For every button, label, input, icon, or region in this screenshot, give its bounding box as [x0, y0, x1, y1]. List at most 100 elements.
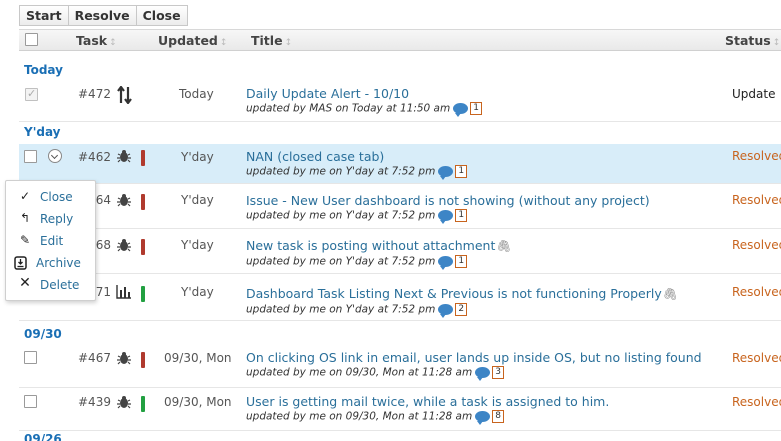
chart-icon — [116, 285, 131, 299]
comment-count[interactable]: 1 — [455, 255, 468, 268]
comment-icon[interactable] — [475, 367, 491, 381]
column-label-task: Task — [76, 33, 108, 48]
comment-count[interactable]: 1 — [455, 165, 468, 178]
priority-indicator — [141, 352, 145, 368]
status-label: Resolved — [732, 193, 781, 207]
menu-item-archive[interactable]: Archive — [6, 252, 95, 274]
bug-icon — [117, 150, 131, 163]
task-meta-text: updated by me on Y'day at 7:52 pm — [246, 165, 436, 178]
bug-icon — [117, 352, 131, 365]
comment-count[interactable]: 1 — [455, 209, 468, 222]
task-id: #472 — [78, 87, 111, 101]
table-row[interactable]: #439 09/30, Mon User is getting mail twi… — [19, 389, 781, 431]
close-button[interactable]: Close — [135, 5, 188, 26]
sort-icon: ↕ — [284, 38, 293, 48]
group-heading-0926: 09/26 — [24, 432, 62, 441]
task-id: #462 — [78, 150, 111, 164]
column-header-updated[interactable]: Updated ↕ — [158, 33, 227, 48]
status-label: Update — [732, 87, 776, 101]
task-meta-text: updated by me on Y'day at 7:52 pm — [246, 303, 436, 316]
comment-icon[interactable] — [438, 210, 454, 224]
task-title-link[interactable]: Dashboard Task Listing Next & Previous i… — [246, 286, 662, 301]
menu-item-reply[interactable]: ↰ Reply — [6, 208, 95, 230]
task-id: #467 — [78, 351, 111, 365]
menu-item-edit[interactable]: ✎ Edit — [6, 230, 95, 252]
priority-indicator — [141, 396, 145, 412]
comment-count[interactable]: 2 — [455, 303, 468, 316]
task-meta-text: updated by me on Y'day at 7:52 pm — [246, 255, 436, 268]
resolve-button[interactable]: Resolve — [67, 5, 136, 26]
updated-date: 09/30, Mon — [164, 395, 232, 409]
bug-icon — [117, 239, 131, 252]
comment-count[interactable]: 3 — [492, 366, 504, 379]
column-label-status: Status — [725, 33, 771, 48]
task-meta: updated by me on Y'day at 7:52 pm 1 — [246, 165, 468, 180]
column-header-task[interactable]: Task ↕ — [76, 33, 117, 48]
column-header-title[interactable]: Title ↕ — [251, 33, 292, 48]
group-heading-yday: Y'day — [24, 125, 61, 139]
task-title-cell: Daily Update Alert - 10/10 — [246, 86, 409, 101]
menu-item-delete[interactable]: ✕ Delete — [6, 274, 95, 296]
sort-icon: ↕ — [109, 38, 117, 48]
task-title-cell: NAN (closed case tab) — [246, 149, 384, 164]
comment-icon[interactable] — [438, 256, 454, 270]
row-menu-toggle[interactable] — [48, 149, 62, 163]
priority-indicator — [141, 286, 145, 302]
start-button[interactable]: Start — [19, 5, 68, 26]
status-label: Resolved — [732, 351, 781, 365]
task-title-cell: On clicking OS link in email, user lands… — [246, 350, 702, 365]
task-title-link[interactable]: NAN (closed case tab) — [246, 149, 384, 164]
menu-label-close: Close — [40, 190, 73, 204]
updated-date: Y'day — [181, 150, 214, 164]
table-row[interactable]: #464 Y'day Issue - New User dashboard is… — [19, 185, 781, 229]
table-row[interactable]: #472 Today Daily Update Alert - 10/10 up… — [19, 82, 781, 122]
delete-icon: ✕ — [19, 275, 31, 291]
group-heading-today: Today — [24, 63, 63, 77]
updated-date: Y'day — [181, 285, 214, 299]
row-checkbox[interactable] — [24, 395, 37, 408]
menu-label-delete: Delete — [40, 278, 80, 292]
column-label-updated: Updated — [158, 33, 218, 48]
task-title-link[interactable]: New task is posting without attachment — [246, 238, 495, 253]
task-title-link[interactable]: Daily Update Alert - 10/10 — [246, 86, 409, 101]
reply-icon: ↰ — [19, 211, 31, 225]
task-meta: updated by me on Y'day at 7:52 pm 1 — [246, 209, 468, 224]
updated-date: 09/30, Mon — [164, 351, 232, 365]
row-checkbox[interactable] — [25, 87, 38, 101]
table-row[interactable]: #468 Y'day New task is posting without a… — [19, 230, 781, 274]
task-title-link[interactable]: Issue - New User dashboard is not showin… — [246, 193, 650, 208]
task-meta-text: updated by me on 09/30, Mon at 11:28 am — [246, 410, 473, 423]
sort-icon: ↕ — [219, 38, 228, 48]
column-label-title: Title — [251, 33, 283, 48]
task-meta: updated by MAS on Today at 11:50 am 1 — [246, 102, 482, 117]
select-all-checkbox[interactable] — [25, 33, 38, 46]
row-checkbox[interactable] — [24, 351, 37, 364]
comment-icon[interactable] — [453, 103, 469, 117]
action-toolbar: Start Resolve Close — [19, 5, 188, 26]
comment-icon[interactable] — [438, 304, 454, 318]
comment-icon[interactable] — [438, 166, 454, 180]
table-header: Task ↕ Updated ↕ Title ↕ Status ↕ — [19, 29, 781, 51]
updated-date: Today — [179, 87, 214, 101]
priority-indicator — [141, 150, 145, 166]
task-meta-text: updated by me on 09/30, Mon at 11:28 am — [246, 366, 473, 379]
task-title-link[interactable]: User is getting mail twice, while a task… — [246, 394, 609, 409]
priority-indicator — [141, 239, 145, 255]
table-row[interactable]: #467 09/30, Mon On clicking OS link in e… — [19, 344, 781, 388]
comment-icon[interactable] — [475, 411, 491, 425]
updated-date: Y'day — [181, 238, 214, 252]
table-row[interactable]: #462 Y'day NAN (closed case tab) updated… — [19, 144, 781, 184]
task-title-link[interactable]: On clicking OS link in email, user lands… — [246, 350, 702, 365]
edit-icon: ✎ — [19, 233, 31, 247]
comment-count[interactable]: 8 — [492, 410, 504, 423]
task-meta: updated by me on 09/30, Mon at 11:28 am 8 — [246, 410, 504, 425]
column-header-status[interactable]: Status ↕ — [725, 33, 780, 48]
table-row[interactable]: #471 Y'day Dashboard Task Listing Next &… — [19, 275, 781, 321]
comment-count[interactable]: 1 — [470, 102, 482, 115]
menu-item-close[interactable]: ✓ Close — [6, 186, 95, 208]
attachment-icon: 🖇 — [496, 239, 512, 253]
group-heading-0930: 09/30 — [24, 327, 62, 341]
task-title-cell: User is getting mail twice, while a task… — [246, 394, 609, 409]
check-icon: ✓ — [19, 189, 31, 203]
row-checkbox[interactable] — [24, 150, 37, 163]
